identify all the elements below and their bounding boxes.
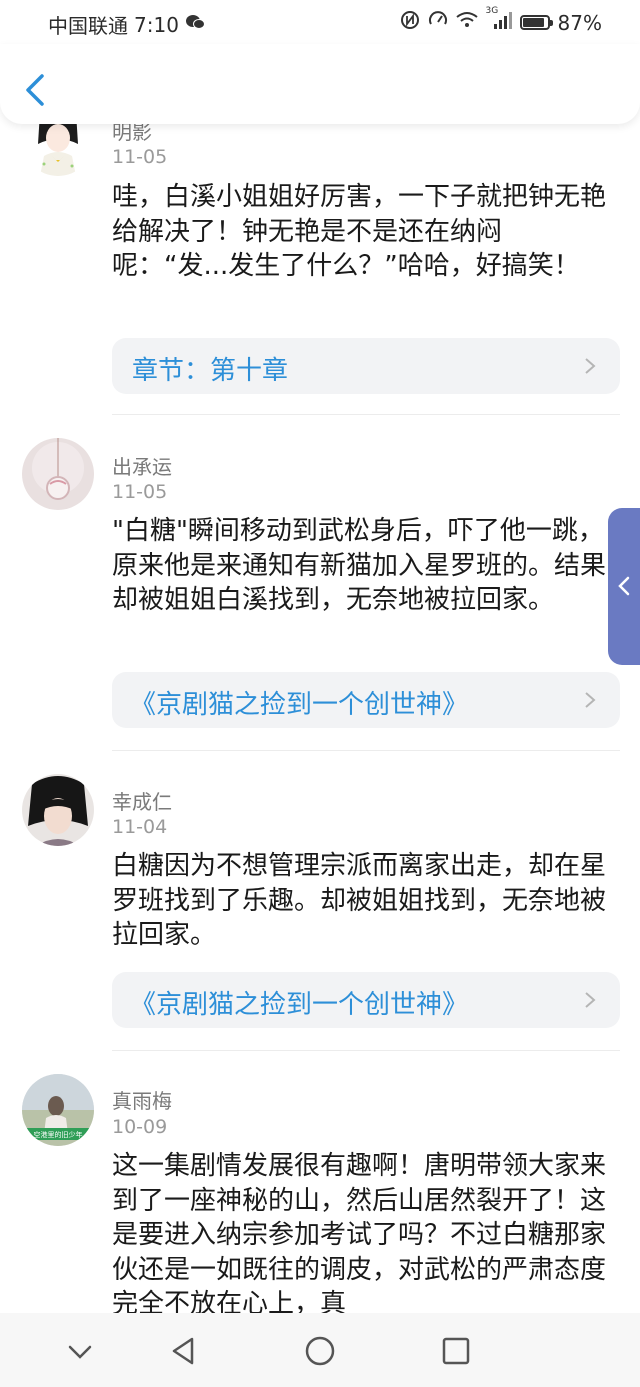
divider (112, 414, 620, 415)
chapter-link[interactable]: 《京剧猫之捡到一个创世神》 (112, 672, 620, 728)
comment-feed[interactable]: 明影 11-05 哇，白溪小姐姐好厉害，一下子就把钟无艳给解决了！钟无艳是不是还… (0, 0, 640, 1387)
status-bar: 中国联通 7:10 3G 87% (0, 0, 640, 44)
battery-percent: 87% (557, 10, 602, 35)
comment-text: 这一集剧情发展很有趣啊！唐明带领大家来到了一座神秘的山，然后山居然裂开了！这是要… (112, 1151, 607, 1319)
side-panel-handle[interactable] (608, 508, 640, 665)
home-circle-icon[interactable] (302, 1333, 338, 1369)
chapter-link[interactable]: 章节：第十章 (112, 338, 620, 394)
speed-icon (428, 10, 448, 35)
recents-square-icon[interactable] (438, 1333, 474, 1369)
chapter-link-label: 《京剧猫之捡到一个创世神》 (130, 990, 469, 1020)
comment-date: 10-09 (112, 1116, 168, 1138)
chevron-left-icon[interactable] (22, 72, 50, 108)
comment-text: 哇，白溪小姐姐好厉害，一下子就把钟无艳给解决了！钟无艳是不是还在纳闷呢：“发..… (112, 182, 607, 281)
network-type-label: 3G (485, 6, 499, 16)
system-nav-bar (0, 1313, 640, 1387)
comment-date: 11-05 (112, 146, 168, 168)
comment-text: 白糖因为不想管理宗派而离家出走，却在星罗班找到了乐趣。却被姐姐找到，无奈地被拉回… (112, 851, 607, 950)
chevron-down-icon[interactable] (62, 1333, 98, 1369)
battery-level (522, 18, 544, 27)
wifi-icon (455, 11, 478, 34)
avatar[interactable] (22, 774, 94, 846)
comment-username[interactable]: 出承运 (112, 451, 172, 480)
comment-text: "白糖"瞬间移动到武松身后，吓了他一跳，原来他是来通知有新猫加入星罗班的。结果却… (112, 516, 607, 615)
wechat-icon (185, 14, 205, 35)
avatar-caption: 空港里的旧少年 (34, 1130, 83, 1139)
clock: 7:10 (134, 12, 179, 37)
comment-username[interactable]: 幸成仁 (112, 786, 172, 815)
divider (112, 750, 620, 751)
carrier-label: 中国联通 (48, 14, 128, 38)
nfc-icon (400, 10, 420, 35)
signal-icon: 3G (486, 6, 512, 35)
comment-username[interactable]: 真雨梅 (112, 1085, 172, 1114)
chevron-right-icon (585, 992, 596, 1008)
battery-icon (519, 15, 553, 30)
avatar[interactable] (22, 438, 94, 510)
comment-date: 11-04 (112, 816, 168, 838)
chevron-right-icon (585, 692, 596, 708)
chapter-link-label: 《京剧猫之捡到一个创世神》 (130, 690, 469, 720)
chapter-link-label: 章节：第十章 (132, 356, 289, 386)
chapter-link[interactable]: 《京剧猫之捡到一个创世神》 (112, 972, 620, 1028)
chevron-right-icon (585, 358, 596, 374)
comment-date: 11-05 (112, 481, 168, 503)
back-triangle-icon[interactable] (166, 1333, 202, 1369)
avatar[interactable]: 空港里的旧少年 (22, 1074, 94, 1146)
top-app-bar (0, 44, 640, 124)
chevron-left-icon (618, 576, 630, 596)
divider (112, 1050, 620, 1051)
